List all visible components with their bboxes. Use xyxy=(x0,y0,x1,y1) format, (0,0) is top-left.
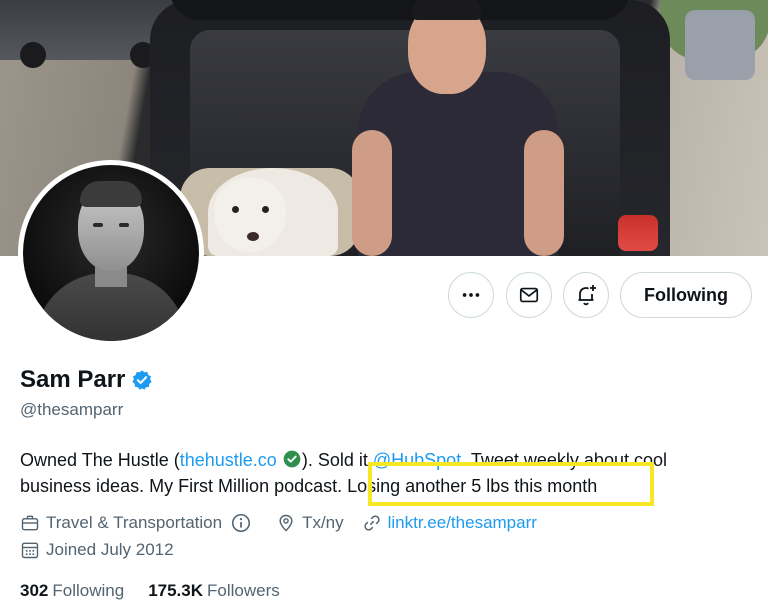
profile-name-row: Sam Parr xyxy=(20,366,153,394)
bio-text: ). Sold it xyxy=(301,450,373,470)
followers-label: Followers xyxy=(207,581,280,600)
followers-count[interactable]: 175.3K Followers xyxy=(148,581,280,601)
banner-dog-eye xyxy=(262,206,269,213)
briefcase-icon xyxy=(21,515,39,531)
location-text: Tx/ny xyxy=(302,513,344,532)
profile-handle: @thesamparr xyxy=(20,400,124,419)
following-label: Following xyxy=(52,581,125,600)
banner-taillight xyxy=(618,215,658,251)
banner-dog-nose xyxy=(247,232,259,241)
website-link[interactable]: linktr.ee/thesamparr xyxy=(388,513,537,533)
envelope-icon xyxy=(519,287,539,303)
verified-org-icon xyxy=(283,450,301,468)
link-icon xyxy=(363,515,380,531)
joined-text: Joined July 2012 xyxy=(46,540,174,559)
meta-category: Travel & Transportation xyxy=(20,512,258,534)
message-button[interactable] xyxy=(506,272,552,318)
banner-hatch xyxy=(170,0,630,20)
verified-badge-icon[interactable] xyxy=(131,369,153,391)
highlight-box xyxy=(368,462,654,506)
profile-name: Sam Parr xyxy=(20,366,126,393)
following-count[interactable]: 302 Following xyxy=(20,581,124,601)
banner-dog-eye xyxy=(232,206,239,213)
category-text: Travel & Transportation xyxy=(46,513,223,532)
banner-tarp xyxy=(685,10,755,80)
following-number: 302 xyxy=(20,581,49,600)
banner-person-cap xyxy=(412,0,482,20)
calendar-icon xyxy=(21,542,39,559)
meta-joined: Joined July 2012 xyxy=(20,540,174,560)
meta-website[interactable]: linktr.ee/thesamparr xyxy=(362,513,537,533)
banner-person-arm xyxy=(352,130,392,256)
followers-number: 175.3K xyxy=(148,581,204,600)
avatar-photo xyxy=(23,165,199,341)
bio-text: Owned The Hustle ( xyxy=(20,450,180,470)
profile-meta: Travel & Transportation Tx/ny linktr.ee/… xyxy=(20,512,555,534)
info-icon[interactable] xyxy=(230,512,252,534)
notifications-button[interactable] xyxy=(563,272,609,318)
meta-location: Tx/ny xyxy=(276,513,344,533)
bell-plus-icon xyxy=(578,285,596,306)
banner-person-arm xyxy=(524,130,564,256)
location-pin-icon xyxy=(279,514,293,532)
banner-dog-head xyxy=(214,178,286,252)
more-horizontal-icon xyxy=(462,293,480,297)
more-options-button[interactable] xyxy=(448,272,494,318)
follow-counts: 302 Following 175.3K Followers xyxy=(20,581,304,601)
bio-link[interactable]: thehustle.co xyxy=(180,450,277,470)
avatar[interactable] xyxy=(18,160,204,346)
following-button[interactable]: Following xyxy=(620,272,752,318)
